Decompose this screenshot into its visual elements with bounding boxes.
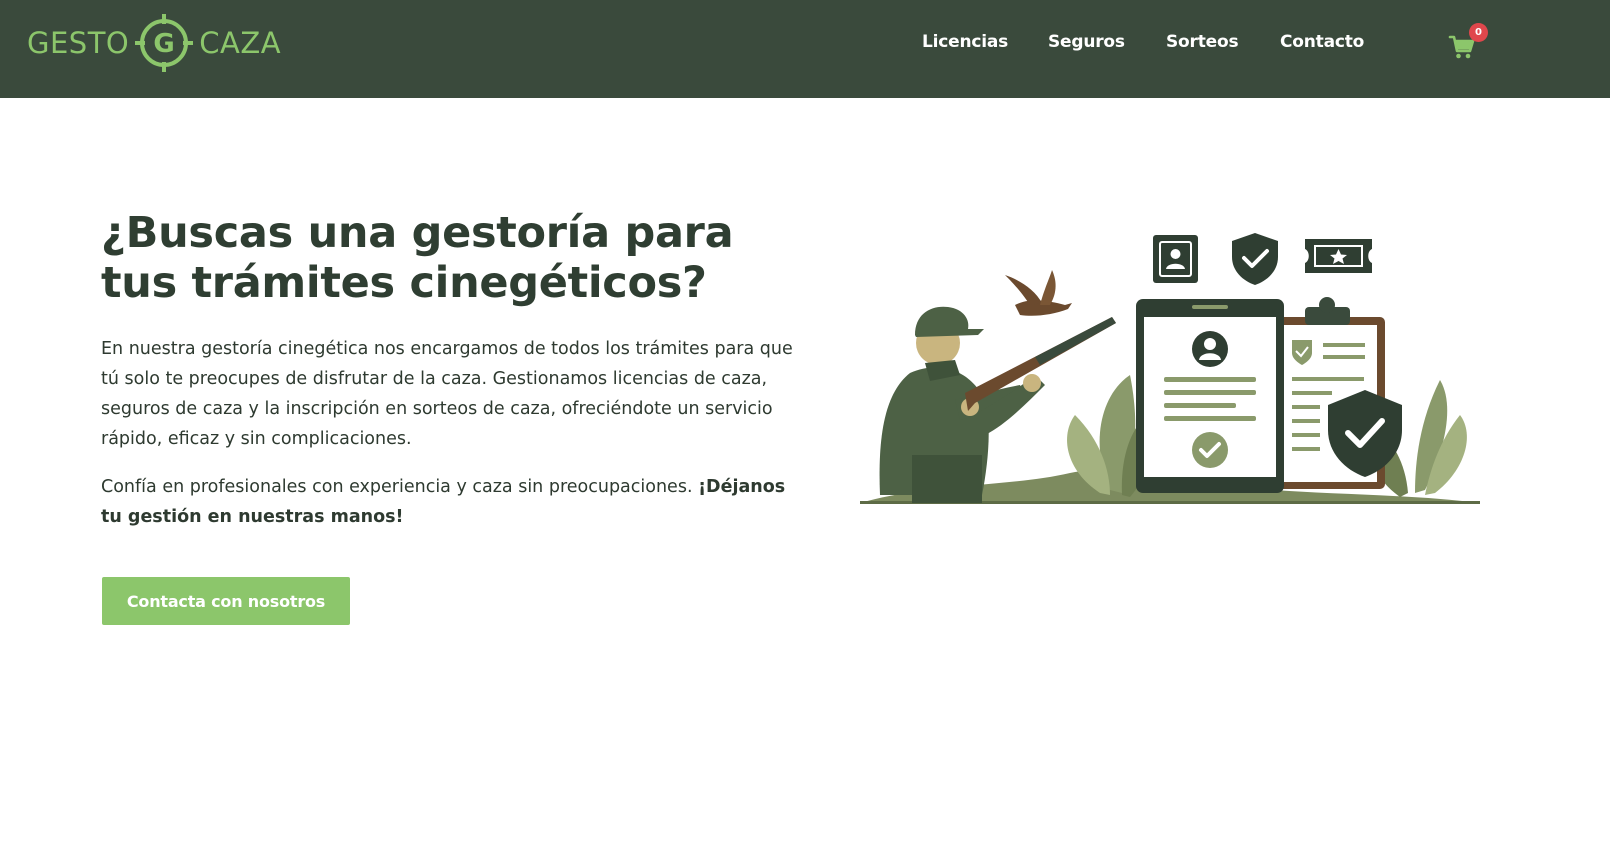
flying-duck	[1005, 270, 1072, 316]
id-card-icon	[1153, 235, 1198, 283]
crosshair-logo-icon: G	[135, 14, 194, 72]
cart-count-badge: 0	[1469, 23, 1488, 42]
hunter-figure	[879, 306, 1045, 503]
tablet-document-illustration	[1136, 299, 1284, 493]
contact-us-button[interactable]: Contacta con nosotros	[102, 577, 350, 625]
hero-title: ¿Buscas una gestoría para tus trámites c…	[101, 208, 734, 308]
hunter-paperwork-illustration	[860, 233, 1480, 504]
site-logo[interactable]: GESTO G CAZA	[27, 12, 281, 74]
nav-item-contacto[interactable]: Contacto	[1280, 32, 1364, 52]
site-header: GESTO G CAZA Licencias Seguros Sorteos C…	[0, 0, 1610, 98]
nav-item-seguros[interactable]: Seguros	[1048, 32, 1125, 52]
hero-paragraph-1: En nuestra gestoría cinegética nos encar…	[101, 339, 793, 449]
cart-button[interactable]: 0	[1447, 23, 1488, 62]
hero-paragraph-2: Confía en profesionales con experiencia …	[101, 472, 801, 532]
shield-check-icon	[1232, 233, 1278, 285]
logo-monogram: G	[154, 29, 175, 59]
hero-paragraph-2-lead: Confía en profesionales con experiencia …	[101, 477, 699, 497]
nav-item-licencias[interactable]: Licencias	[922, 32, 1008, 52]
logo-text-left: GESTO	[27, 26, 130, 60]
nav-item-sorteos[interactable]: Sorteos	[1166, 32, 1239, 52]
ticket-star-icon	[1305, 239, 1372, 273]
logo-text-right: CAZA	[199, 26, 282, 60]
